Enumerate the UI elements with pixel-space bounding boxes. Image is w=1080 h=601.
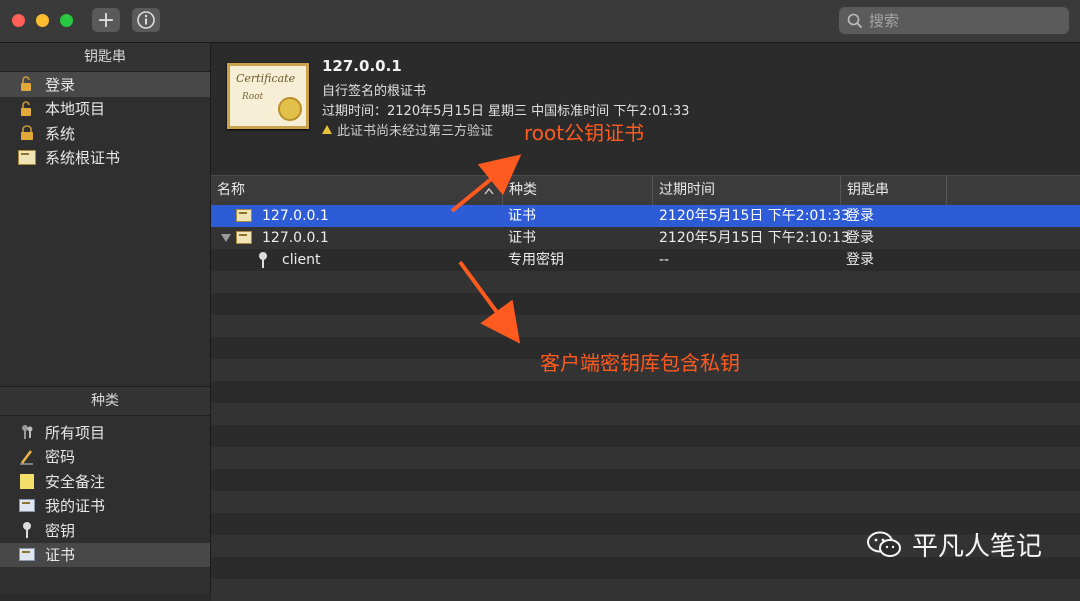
certificate-icon [236, 231, 252, 245]
sidebar-item-label: 安全备注 [45, 472, 106, 491]
empty-table-row [211, 579, 1080, 601]
sidebar-item-label: 登录 [45, 75, 76, 94]
sidebar-item-certificates[interactable]: 证书 [0, 542, 210, 567]
sidebar-item-all-items[interactable]: 所有项目 [0, 420, 210, 445]
empty-table-row [211, 469, 1080, 491]
empty-table-row [211, 293, 1080, 315]
keys-icon [18, 423, 36, 441]
plus-icon: + [96, 7, 116, 33]
add-item-button[interactable]: + [92, 7, 120, 33]
certificate-icon-subtext: Root [242, 92, 264, 102]
column-header-expires[interactable]: 过期时间 [653, 176, 841, 205]
table-row[interactable]: 127.0.0.1 证书 2120年5月15日 下午2:01:33 登录 [211, 205, 1080, 227]
sidebar-item-local-items[interactable]: 本地项目 [0, 97, 210, 122]
key-icon [259, 252, 267, 268]
unlocked-padlock-icon [18, 75, 36, 93]
seal-icon [278, 97, 302, 121]
unlocked-padlock-icon [18, 100, 36, 118]
column-label: 过期时间 [659, 182, 715, 198]
key-icon [18, 521, 36, 539]
warning-text: 此证书尚未经过第三方验证 [337, 124, 494, 139]
note-icon [18, 472, 36, 490]
keychains-header: 钥匙串 [0, 43, 210, 72]
sidebar-item-system[interactable]: 系统 [0, 121, 210, 146]
zoom-window-button[interactable] [60, 14, 73, 27]
warning-icon [322, 125, 332, 134]
minimize-window-button[interactable] [36, 14, 49, 27]
row-keychain: 登录 [846, 230, 874, 246]
certificate-icon [236, 209, 252, 223]
sidebar-item-secure-notes[interactable]: 安全备注 [0, 469, 210, 494]
certificate-icon [18, 497, 36, 515]
certificate-large-icon: Certificate Root [227, 63, 309, 129]
row-kind: 证书 [508, 208, 536, 224]
row-keychain: 登录 [846, 208, 874, 224]
certificate-warning: 此证书尚未经过第三方验证 [322, 120, 493, 139]
empty-table-row [211, 425, 1080, 447]
sort-ascending-icon [484, 187, 494, 195]
table-row[interactable]: client 专用密钥 -- 登录 [211, 249, 1080, 271]
sidebar-item-label: 系统 [45, 124, 76, 143]
sidebar-item-label: 密钥 [45, 521, 76, 540]
pencil-icon [18, 448, 36, 466]
locked-padlock-icon [18, 124, 36, 142]
row-expires: -- [659, 252, 670, 268]
wechat-icon [867, 531, 901, 557]
categories-header: 种类 [0, 386, 210, 416]
empty-table-row [211, 447, 1080, 469]
empty-table-row [211, 381, 1080, 403]
watermark: 平凡人笔记 [866, 526, 1042, 563]
search-field[interactable]: 搜索 [839, 7, 1069, 34]
row-kind: 证书 [508, 230, 536, 246]
annotation-root-cert: root公钥证书 [524, 121, 645, 145]
row-name: 127.0.0.1 [262, 230, 329, 246]
info-icon [137, 11, 155, 29]
sidebar-item-my-certificates[interactable]: 我的证书 [0, 494, 210, 519]
sidebar-item-label: 系统根证书 [45, 149, 121, 168]
table-header: 名称 种类 过期时间 钥匙串 [211, 175, 1080, 206]
column-header-keychain[interactable]: 钥匙串 [841, 176, 947, 205]
certificate-icon [18, 546, 36, 564]
row-expires: 2120年5月15日 下午2:10:13 [659, 230, 850, 246]
column-label: 名称 [217, 182, 245, 198]
column-label: 钥匙串 [847, 182, 889, 198]
row-expires: 2120年5月15日 下午2:01:33 [659, 208, 850, 224]
row-keychain: 登录 [846, 252, 874, 268]
search-placeholder: 搜索 [869, 12, 900, 30]
sidebar: 钥匙串 登录 本地项目 系统 系统根证书 种类 所有项目 密码 安全备注 我的证… [0, 43, 211, 594]
sidebar-item-keys[interactable]: 密钥 [0, 518, 210, 543]
toolbar: + 搜索 [0, 0, 1080, 43]
empty-table-row [211, 271, 1080, 293]
sidebar-item-label: 证书 [45, 546, 76, 565]
sidebar-item-label: 所有项目 [45, 423, 106, 442]
sidebar-item-passwords[interactable]: 密码 [0, 445, 210, 470]
row-kind: 专用密钥 [508, 252, 564, 268]
column-header-kind[interactable]: 种类 [503, 176, 653, 205]
search-icon [847, 13, 863, 28]
sidebar-item-system-roots[interactable]: 系统根证书 [0, 146, 210, 171]
annotation-client-key: 客户端密钥库包含私钥 [540, 351, 740, 375]
row-name: client [282, 252, 321, 268]
certificate-icon-text: Certificate [236, 72, 296, 85]
close-window-button[interactable] [12, 14, 25, 27]
empty-table-row [211, 491, 1080, 513]
detail-header: Certificate Root 127.0.0.1 自行签名的根证书 过期时间… [211, 43, 1080, 174]
certificate-title: 127.0.0.1 [322, 57, 402, 75]
certificate-subtitle: 自行签名的根证书 [322, 84, 427, 99]
sidebar-item-label: 密码 [45, 448, 76, 467]
table-row[interactable]: 127.0.0.1 证书 2120年5月15日 下午2:10:13 登录 [211, 227, 1080, 249]
sidebar-item-login[interactable]: 登录 [0, 72, 210, 97]
disclosure-triangle-icon[interactable] [221, 234, 231, 242]
sidebar-item-label: 本地项目 [45, 100, 106, 119]
empty-table-row [211, 315, 1080, 337]
row-name: 127.0.0.1 [262, 208, 329, 224]
categories-section: 种类 所有项目 密码 安全备注 我的证书 密钥 证书 [0, 386, 210, 567]
empty-table-row [211, 403, 1080, 425]
info-button[interactable] [132, 8, 160, 32]
column-label: 种类 [509, 182, 537, 198]
column-header-name[interactable]: 名称 [211, 176, 503, 205]
certificate-cabinet-icon [18, 149, 36, 167]
sidebar-item-label: 我的证书 [45, 497, 106, 516]
watermark-label: 平凡人笔记 [912, 532, 1043, 562]
